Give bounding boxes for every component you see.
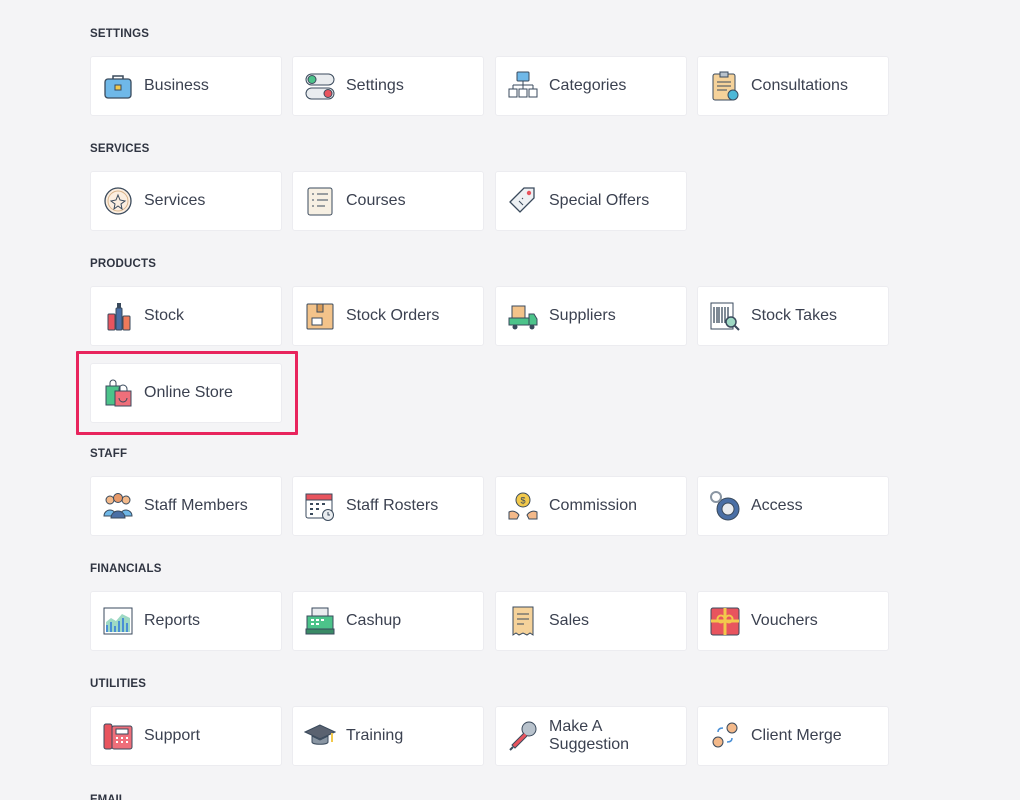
coin-hands-icon: $ <box>507 490 539 522</box>
tile-label: Stock Orders <box>346 307 440 324</box>
tile-label: Services <box>144 192 206 209</box>
tile-services[interactable]: Services <box>90 171 282 231</box>
section-title-services: SERVICES <box>90 143 150 155</box>
tile-label: Online Store <box>144 384 233 401</box>
section-title-settings: SETTINGS <box>90 28 150 40</box>
microphone-icon <box>507 720 539 752</box>
section-title-products: PRODUCTS <box>90 258 157 270</box>
tile-label: Vouchers <box>751 612 818 629</box>
hierarchy-icon <box>507 70 539 102</box>
section-title-staff: STAFF <box>90 448 128 460</box>
shopping-bags-icon <box>102 377 134 409</box>
delivery-truck-icon <box>507 300 539 332</box>
graduation-cap-icon <box>304 720 336 752</box>
section-title-financials: FINANCIALS <box>90 563 162 575</box>
gift-voucher-icon <box>709 605 741 637</box>
tile-label: Stock <box>144 307 185 324</box>
tile-label: Special Offers <box>549 192 650 209</box>
clipboard-icon <box>709 70 741 102</box>
tile-label: Business <box>144 77 209 94</box>
tile-commission[interactable]: $ Commission <box>495 476 687 536</box>
tile-label: Commission <box>549 497 638 514</box>
section-title-cutoff: EMAIL <box>90 794 126 800</box>
chart-icon <box>102 605 134 637</box>
tile-sales[interactable]: Sales <box>495 591 687 651</box>
tile-label: Stock Takes <box>751 307 837 324</box>
tile-label: Staff Rosters <box>346 497 439 514</box>
tile-label: Courses <box>346 192 406 209</box>
cash-register-icon <box>304 605 336 637</box>
telephone-icon <box>102 720 134 752</box>
barcode-search-icon <box>709 300 741 332</box>
tile-label: Suppliers <box>549 307 616 324</box>
briefcase-icon <box>102 70 134 102</box>
tile-label: Reports <box>144 612 201 629</box>
tile-staff-members[interactable]: Staff Members <box>90 476 282 536</box>
tile-label: Sales <box>549 612 590 629</box>
tile-suppliers[interactable]: Suppliers <box>495 286 687 346</box>
tile-access[interactable]: Access <box>697 476 889 536</box>
svg-text:$: $ <box>520 496 525 506</box>
tile-online-store[interactable]: Online Store <box>90 363 282 423</box>
toggle-switches-icon <box>304 70 336 102</box>
key-lock-icon <box>709 490 741 522</box>
tile-cashup[interactable]: Cashup <box>292 591 484 651</box>
tile-label: Consultations <box>751 77 848 94</box>
tile-label: Access <box>751 497 803 514</box>
tile-label: Support <box>144 727 201 744</box>
tile-stock[interactable]: Stock <box>90 286 282 346</box>
tile-special-offers[interactable]: Special Offers <box>495 171 687 231</box>
tile-label: Client Merge <box>751 727 842 744</box>
tile-categories[interactable]: Categories <box>495 56 687 116</box>
tile-settings[interactable]: Settings <box>292 56 484 116</box>
tile-stock-takes[interactable]: Stock Takes <box>697 286 889 346</box>
tile-label: Cashup <box>346 612 402 629</box>
tile-training[interactable]: Training <box>292 706 484 766</box>
tile-label: Staff Members <box>144 497 248 514</box>
box-icon <box>304 300 336 332</box>
tile-label: Make A Suggestion <box>549 718 630 753</box>
team-icon <box>102 490 134 522</box>
price-tag-icon <box>507 185 539 217</box>
tile-courses[interactable]: Courses <box>292 171 484 231</box>
tile-vouchers[interactable]: Vouchers <box>697 591 889 651</box>
tile-label: Settings <box>346 77 404 94</box>
checklist-icon <box>304 185 336 217</box>
cosmetics-bottles-icon <box>102 300 134 332</box>
tile-make-a-suggestion[interactable]: Make A Suggestion <box>495 706 687 766</box>
flower-badge-icon <box>102 185 134 217</box>
tile-staff-rosters[interactable]: Staff Rosters <box>292 476 484 536</box>
tile-reports[interactable]: Reports <box>90 591 282 651</box>
section-title-utilities: UTILITIES <box>90 678 147 690</box>
receipt-icon <box>507 605 539 637</box>
merge-users-icon <box>709 720 741 752</box>
tile-support[interactable]: Support <box>90 706 282 766</box>
calendar-clock-icon <box>304 490 336 522</box>
tile-label: Training <box>346 727 404 744</box>
tile-stock-orders[interactable]: Stock Orders <box>292 286 484 346</box>
tile-business[interactable]: Business <box>90 56 282 116</box>
tile-label: Categories <box>549 77 627 94</box>
tile-consultations[interactable]: Consultations <box>697 56 889 116</box>
tile-client-merge[interactable]: Client Merge <box>697 706 889 766</box>
